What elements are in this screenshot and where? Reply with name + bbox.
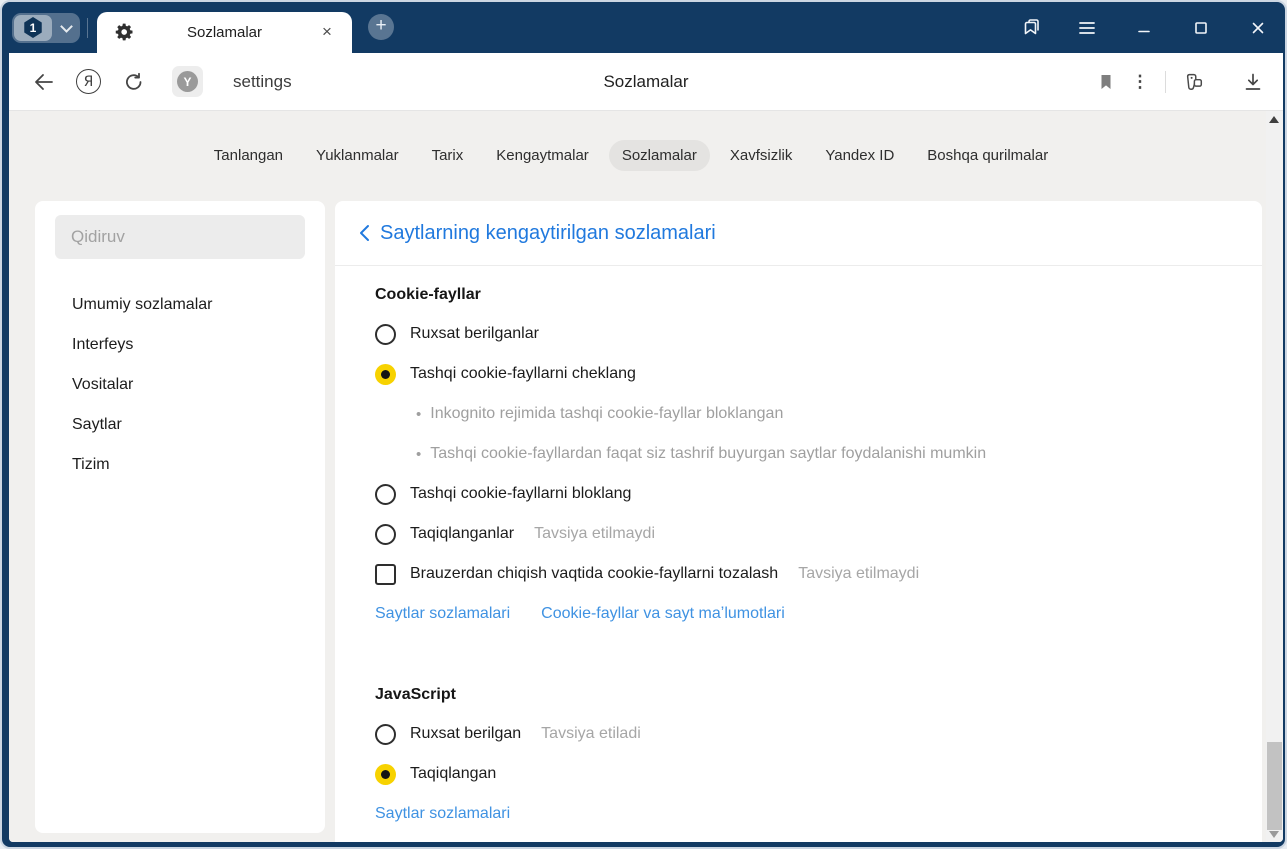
settings-nav-tabs: TanlanganYuklanmalarTarixKengaytmalarSoz…	[9, 111, 1283, 199]
settings-page: TanlanganYuklanmalarTarixKengaytmalarSoz…	[9, 111, 1283, 842]
main-header[interactable]: Saytlarning kengaytirilgan sozlamalari	[335, 201, 1262, 266]
option-label: Ruxsat berilgan	[410, 725, 521, 743]
option-hint: Tavsiya etiladi	[541, 725, 641, 743]
titlebar: 1 Sozlamalar × +	[2, 2, 1285, 53]
nav-tab-tarix[interactable]: Tarix	[419, 140, 477, 171]
sidebar-item-interfeys[interactable]: Interfeys	[55, 325, 305, 365]
option-label: Taqiqlanganlar	[410, 525, 514, 543]
address-url[interactable]: settings	[233, 72, 292, 92]
toolbar-separator	[1165, 71, 1166, 93]
radio-icon[interactable]	[375, 524, 396, 545]
scroll-up-icon[interactable]	[1269, 116, 1279, 123]
protect-badge-icon[interactable]: Y	[172, 66, 203, 97]
menu-icon[interactable]	[1076, 17, 1098, 39]
tab-counter-button[interactable]: 1	[12, 13, 80, 43]
bullet-icon: •	[416, 406, 421, 423]
new-tab-button[interactable]: +	[368, 14, 394, 40]
nav-tab-kengaytmalar[interactable]: Kengaytmalar	[483, 140, 602, 171]
checkbox-brauzerdan-chiqish-vaqtida-cookie-fayllarni-tozalash[interactable]: Brauzerdan chiqish vaqtida cookie-faylla…	[375, 554, 1222, 594]
bullet-text: Inkognito rejimida tashqi cookie-fayllar…	[430, 405, 783, 423]
nav-tab-yuklanmalar[interactable]: Yuklanmalar	[303, 140, 412, 171]
bullet-text: Tashqi cookie-fayllardan faqat siz tashr…	[430, 445, 986, 463]
settings-main-panel: Saytlarning kengaytirilgan sozlamalari C…	[335, 201, 1262, 842]
toolbar: Я Y settings Sozlamalar	[9, 53, 1283, 111]
link-saytlar-sozlamalari[interactable]: Saytlar sozlamalari	[375, 805, 510, 823]
tab-count: 1	[24, 17, 43, 38]
main-heading: Saytlarning kengaytirilgan sozlamalari	[380, 222, 716, 245]
option-hint: Tavsiya etilmaydi	[534, 525, 655, 543]
radio-taqiqlanganlar[interactable]: Taqiqlanganlar Tavsiya etilmaydi	[375, 514, 1222, 554]
option-hint: Tavsiya etilmaydi	[798, 565, 919, 583]
checkbox-icon[interactable]	[375, 564, 396, 585]
option-label: Taqiqlangan	[410, 765, 496, 783]
search-input[interactable]	[55, 215, 305, 259]
yandex-logo-icon[interactable]: Я	[76, 69, 101, 94]
kebab-menu-icon[interactable]: ⋮	[1128, 70, 1152, 94]
sidebar-item-umumiy-sozlamalar[interactable]: Umumiy sozlamalar	[55, 285, 305, 325]
refresh-icon[interactable]	[122, 70, 146, 94]
link-saytlar-sozlamalari[interactable]: Saytlar sozlamalari	[375, 605, 510, 623]
download-icon[interactable]	[1241, 70, 1265, 94]
tab-sozlamalar[interactable]: Sozlamalar ×	[97, 12, 352, 53]
radio-tashqi-cookie-fayllarni-cheklang[interactable]: Tashqi cookie-fayllarni cheklang	[375, 354, 1222, 394]
radio-selected-icon[interactable]	[375, 364, 396, 385]
option-label: Tashqi cookie-fayllarni bloklang	[410, 485, 631, 503]
panels-icon[interactable]	[1019, 17, 1041, 39]
radio-ruxsat-berilganlar[interactable]: Ruxsat berilganlar	[375, 314, 1222, 354]
back-icon[interactable]	[31, 70, 55, 94]
section-links: Saytlar sozlamalari	[375, 794, 1222, 834]
titlebar-separator	[87, 18, 88, 38]
radio-tashqi-cookie-fayllarni-bloklang[interactable]: Tashqi cookie-fayllarni bloklang	[375, 474, 1222, 514]
nav-tab-boshqa-qurilmalar[interactable]: Boshqa qurilmalar	[914, 140, 1061, 171]
option-label: Brauzerdan chiqish vaqtida cookie-faylla…	[410, 565, 778, 583]
tab-title: Sozlamalar	[97, 24, 352, 41]
sidebar-item-vositalar[interactable]: Vositalar	[55, 365, 305, 405]
radio-selected-icon[interactable]	[375, 764, 396, 785]
sidebar-item-tizim[interactable]: Tizim	[55, 445, 305, 485]
scrollbar[interactable]	[1266, 111, 1283, 842]
radio-taqiqlangan[interactable]: Taqiqlangan	[375, 754, 1222, 794]
sidebar-list: Umumiy sozlamalarInterfeysVositalarSaytl…	[55, 285, 305, 485]
radio-icon[interactable]	[375, 484, 396, 505]
nav-tab-sozlamalar[interactable]: Sozlamalar	[609, 140, 710, 171]
collections-icon[interactable]	[1181, 70, 1205, 94]
nav-tab-yandex-id[interactable]: Yandex ID	[812, 140, 907, 171]
scroll-down-icon[interactable]	[1269, 831, 1279, 838]
maximize-icon[interactable]	[1190, 17, 1212, 39]
chrome-body: Я Y settings Sozlamalar	[9, 53, 1283, 842]
browser-window: 1 Sozlamalar × +	[0, 0, 1287, 849]
sidebar-item-saytlar[interactable]: Saytlar	[55, 405, 305, 445]
link-cookie-fayllar-va-sayt-ma-lumotlari[interactable]: Cookie-fayllar va sayt maʼlumotlari	[541, 605, 785, 623]
tab-close-icon[interactable]: ×	[316, 21, 338, 43]
settings-sidebar: Umumiy sozlamalarInterfeysVositalarSaytl…	[35, 201, 325, 833]
minimize-icon[interactable]	[1133, 17, 1155, 39]
section-title-cookie-fayllar: Cookie-fayllar	[375, 276, 1222, 314]
tab-counter-badge: 1	[14, 15, 52, 41]
nav-tab-xavfsizlik[interactable]: Xavfsizlik	[717, 140, 806, 171]
radio-icon[interactable]	[375, 324, 396, 345]
bullet-icon: •	[416, 446, 421, 463]
chevron-down-icon[interactable]	[52, 24, 80, 31]
option-label: Tashqi cookie-fayllarni cheklang	[410, 365, 636, 383]
section-links: Saytlar sozlamalari Cookie-fayllar va say…	[375, 594, 1222, 634]
section-title-javascript: JavaScript	[375, 676, 1222, 714]
bullet-note: • Inkognito rejimida tashqi cookie-faylla…	[375, 394, 1222, 434]
bookmark-icon[interactable]	[1094, 70, 1118, 94]
scrollbar-thumb[interactable]	[1267, 742, 1282, 830]
nav-tab-tanlangan[interactable]: Tanlangan	[201, 140, 296, 171]
option-label: Ruxsat berilganlar	[410, 325, 539, 343]
close-icon[interactable]	[1247, 17, 1269, 39]
radio-icon[interactable]	[375, 724, 396, 745]
main-content: Cookie-fayllar Ruxsat berilganlar Tashqi c…	[335, 266, 1262, 834]
radio-ruxsat-berilgan[interactable]: Ruxsat berilgan Tavsiya etiladi	[375, 714, 1222, 754]
window-frame: 1 Sozlamalar × +	[0, 0, 1287, 849]
bullet-note: • Tashqi cookie-fayllardan faqat siz tash…	[375, 434, 1222, 474]
back-chevron-icon	[359, 224, 370, 242]
